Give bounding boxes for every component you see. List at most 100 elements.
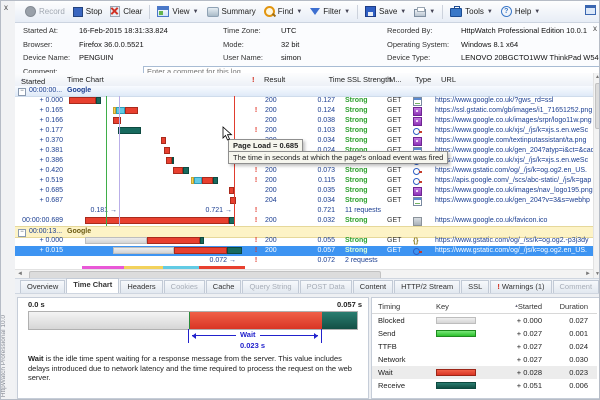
timing-row-network[interactable]: Network+ 0.0270.030 <box>372 353 597 366</box>
request-row[interactable]: + 0.000!2000.055StrongGEThttps://www.gst… <box>15 236 593 246</box>
request-row[interactable]: + 0.420!2000.073StrongGEThttps://www.gst… <box>15 166 593 176</box>
tab-cookies[interactable]: Cookies <box>164 280 205 293</box>
filter-button[interactable]: Filter▼ <box>306 5 354 18</box>
timing-column-header[interactable]: ▴Started <box>490 300 542 313</box>
tab-http-2-stream[interactable]: HTTP/2 Stream <box>394 280 460 293</box>
timing-row-ttfb[interactable]: TTFB+ 0.0270.024 <box>372 340 597 353</box>
timing-row-blocked[interactable]: Blocked+ 0.0000.027 <box>372 314 597 327</box>
toolbar-separator <box>149 5 150 19</box>
column-header-method[interactable]: M... <box>389 75 402 84</box>
help-button[interactable]: Help▼ <box>497 4 544 19</box>
tab-content[interactable]: Content <box>353 280 393 293</box>
scroll-down-icon[interactable]: ▼ <box>595 271 600 277</box>
time-chart-bar[interactable] <box>63 176 249 186</box>
tab-time-chart[interactable]: Time Chart <box>66 278 119 293</box>
vertical-scrollbar[interactable]: ▲ ▼ <box>593 73 600 278</box>
time-chart-bar[interactable] <box>63 156 249 166</box>
chevron-down-icon[interactable]: ▼ <box>400 9 406 15</box>
save-button[interactable]: Save▼ <box>361 4 410 19</box>
time-chart-bar[interactable] <box>63 186 249 196</box>
page-type-icon <box>413 197 422 206</box>
timing-duration: 0.027 <box>544 314 588 327</box>
request-row[interactable]: + 0.519!2000.115StrongGEThttps://apis.go… <box>15 176 593 186</box>
column-header-warning[interactable]: ! <box>252 75 255 84</box>
time-chart-bar[interactable] <box>63 196 249 206</box>
blocked-segment <box>29 312 189 329</box>
column-header-time[interactable]: Time <box>301 75 345 84</box>
find-button[interactable]: Find▼ <box>260 4 307 19</box>
timing-column-header[interactable]: Timing <box>378 300 400 313</box>
column-header-time-chart[interactable]: Time Chart <box>67 75 104 84</box>
receive-segment[interactable] <box>322 312 357 329</box>
save-icon <box>365 6 376 17</box>
tab-comment[interactable]: Comment <box>553 280 600 293</box>
time-chart-bar[interactable] <box>63 116 249 126</box>
print-button[interactable]: ▼ <box>410 4 439 19</box>
column-header-url[interactable]: URL <box>441 75 456 84</box>
request-row[interactable]: + 0.1662000.038StrongGEThttps://www.goog… <box>15 116 593 126</box>
time-chart-bar[interactable] <box>63 166 249 176</box>
page-summary-row[interactable]: 0.181 →0.721 →!0.72111 requests <box>15 206 593 216</box>
chevron-down-icon[interactable]: ▼ <box>344 9 350 15</box>
chevron-down-icon[interactable]: ▼ <box>296 9 302 15</box>
result-code: 200 <box>265 236 293 246</box>
tab-cache[interactable]: Cache <box>206 280 242 293</box>
tools-button[interactable]: Tools▼ <box>446 4 497 19</box>
chevron-down-icon[interactable]: ▼ <box>193 9 199 15</box>
timing-row-wait[interactable]: Wait+ 0.0280.023 <box>372 366 597 379</box>
tab-warnings-1-[interactable]: !Warnings (1) <box>490 280 551 293</box>
print-icon <box>414 9 426 17</box>
page-summary-row[interactable]: 0.072 →!0.0722 requests <box>15 256 593 266</box>
timing-row-receive[interactable]: Receive+ 0.0510.006 <box>372 379 597 392</box>
view-button[interactable]: View▼ <box>153 4 202 19</box>
info-label: Operating System: <box>387 38 449 51</box>
time-chart-bar[interactable] <box>63 236 249 246</box>
tab-query-string[interactable]: Query String <box>242 280 298 293</box>
chevron-down-icon[interactable]: ▼ <box>534 9 540 15</box>
timing-column-header[interactable]: Key <box>436 300 449 313</box>
collapse-icon[interactable]: − <box>18 88 26 96</box>
window-icon[interactable] <box>585 5 596 15</box>
column-header-ssl-strength[interactable]: SSL Strength <box>347 75 391 84</box>
wait-start-marker <box>188 329 189 343</box>
request-row[interactable]: + 0.6872040.034StrongGEThttps://www.goog… <box>15 196 593 206</box>
wait-segment[interactable] <box>189 312 322 329</box>
vertical-scroll-thumb[interactable] <box>595 83 600 129</box>
request-row[interactable]: + 0.0002000.127StrongGEThttps://www.goog… <box>15 96 593 106</box>
img-type-icon <box>413 137 422 146</box>
request-row[interactable]: + 0.165!2000.124StrongGEThttps://ssl.gst… <box>15 106 593 116</box>
time-chart-bar[interactable] <box>63 96 249 106</box>
chevron-down-icon[interactable]: ▼ <box>487 9 493 15</box>
tab-headers[interactable]: Headers <box>120 280 162 293</box>
ssl-strength: Strong <box>345 246 385 256</box>
stop-button[interactable]: Stop <box>69 4 106 19</box>
scroll-up-icon[interactable]: ▲ <box>595 74 600 80</box>
timing-row-send[interactable]: Send+ 0.0270.001 <box>372 327 597 340</box>
time-chart-bar[interactable] <box>63 146 249 156</box>
column-header-result[interactable]: Result <box>264 75 285 84</box>
record-button[interactable]: Record <box>21 4 69 19</box>
http-method: GET <box>387 116 411 126</box>
close-icon[interactable]: x <box>4 3 8 12</box>
tab-overview[interactable]: Overview <box>20 280 65 293</box>
info-label: Started At: <box>23 24 58 37</box>
wait-end-marker <box>321 329 322 343</box>
time-chart-bar[interactable] <box>63 106 249 116</box>
column-header-type[interactable]: Type <box>415 75 431 84</box>
tab-ssl[interactable]: SSL <box>461 280 489 293</box>
chevron-down-icon[interactable]: ▼ <box>429 9 435 15</box>
time-chart-bar[interactable] <box>63 246 249 256</box>
request-row[interactable]: 00:00:00.689!2000.032StrongGEThttps://ww… <box>15 216 593 226</box>
request-row[interactable]: + 0.015!2000.057StrongGEThttps://www.gst… <box>15 246 593 256</box>
request-row[interactable]: + 0.6852000.035StrongGEThttps://www.goog… <box>15 186 593 196</box>
dom-load-line <box>119 96 120 226</box>
timing-column-header[interactable]: Duration <box>544 300 588 313</box>
request-row[interactable]: + 0.3702000.034StrongGEThttps://www.goog… <box>15 136 593 146</box>
tab-post-data[interactable]: POST Data <box>300 280 352 293</box>
summary-button[interactable]: Summary <box>203 4 260 19</box>
timing-name: Blocked <box>378 314 405 327</box>
group-page-label: Google <box>67 86 91 96</box>
time-chart-bar[interactable] <box>63 216 249 226</box>
request-row[interactable]: + 0.177!2000.103StrongGEThttps://www.goo… <box>15 126 593 136</box>
clear-button[interactable]: Clear <box>106 4 146 19</box>
